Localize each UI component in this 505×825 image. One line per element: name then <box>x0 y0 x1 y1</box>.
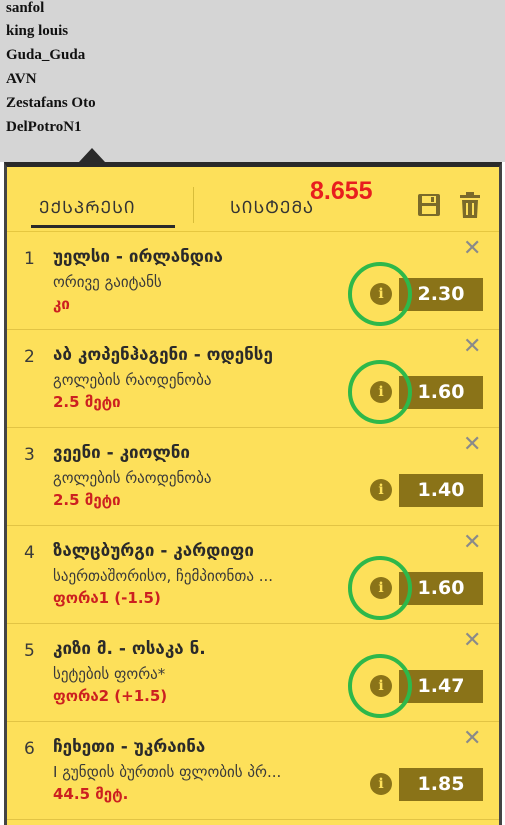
bet-match-title: ვეენი - კიოლნი <box>53 443 190 463</box>
odds-button[interactable]: 1.47 <box>399 670 483 703</box>
bet-match-title: ჩეხეთი - უკრაინა <box>53 737 206 757</box>
betslip-panel: ᲔᲥᲡᲞᲠᲔᲡᲘ ᲡᲘᲡᲢᲔᲛᲐ 8.655 1 უელსი - ირლანდია… <box>4 162 502 825</box>
bet-item: 5 კიზი მ. - ოსაკა ნ. სეტების ფორა* ფორა2 (+… <box>7 624 499 722</box>
bet-match-title: უელსი - ირლანდია <box>53 247 223 267</box>
bet-selection: 44.5 მეტ. <box>53 785 129 803</box>
tab-divider <box>193 187 194 223</box>
bet-selection: 2.5 მეტი <box>53 491 121 509</box>
odds-button[interactable]: 1.60 <box>399 572 483 605</box>
total-odds: 8.655 <box>310 177 373 205</box>
odds-button[interactable]: 1.85 <box>399 768 483 801</box>
close-icon[interactable]: ✕ <box>463 434 481 456</box>
bet-match-title: ზალცბურგი - კარდიფი <box>53 541 254 561</box>
close-icon[interactable]: ✕ <box>463 238 481 260</box>
username-list: sanfol king louis Guda_Guda AVN Zestafan… <box>0 0 505 162</box>
bet-number: 6 <box>24 739 35 759</box>
odds-button[interactable]: 1.60 <box>399 376 483 409</box>
info-icon[interactable]: i <box>370 479 392 501</box>
bet-number: 5 <box>24 641 35 661</box>
odds-button[interactable]: 1.40 <box>399 474 483 507</box>
odds-button[interactable]: 2.30 <box>399 278 483 311</box>
tab-system[interactable]: ᲡᲘᲡᲢᲔᲛᲐ <box>230 195 314 218</box>
bet-number: 3 <box>24 445 35 465</box>
bet-selection: ფორა2 (+1.5) <box>53 687 168 705</box>
bet-market: I გუნდის ბურთის ფლობის პრ... <box>53 763 282 781</box>
close-icon[interactable]: ✕ <box>463 336 481 358</box>
username: DelPotroN1 <box>6 119 82 135</box>
bet-number: 4 <box>24 543 35 563</box>
username: Zestafans Oto <box>6 95 96 111</box>
bet-item: 3 ვეენი - კიოლნი გოლების რაოდენობა 2.5 მეტი… <box>7 428 499 526</box>
bet-item: 6 ჩეხეთი - უკრაინა I გუნდის ბურთის ფლობის … <box>7 722 499 820</box>
bet-selection: 2.5 მეტი <box>53 393 121 411</box>
username: king louis <box>6 23 69 39</box>
trash-icon[interactable] <box>458 191 482 219</box>
username: sanfol <box>6 0 45 16</box>
bet-market: საერთაშორისო, ჩემპიონთა ... <box>53 567 274 585</box>
close-icon[interactable]: ✕ <box>463 532 481 554</box>
info-icon[interactable]: i <box>370 381 392 403</box>
tab-express[interactable]: ᲔᲥᲡᲞᲠᲔᲡᲘ <box>39 195 136 218</box>
panel-pointer <box>79 148 105 162</box>
bet-market: სეტების ფორა* <box>53 665 166 683</box>
bet-item: 4 ზალცბურგი - კარდიფი საერთაშორისო, ჩემპიო… <box>7 526 499 624</box>
active-tab-underline <box>31 225 175 228</box>
betslip-tabs: ᲔᲥᲡᲞᲠᲔᲡᲘ ᲡᲘᲡᲢᲔᲛᲐ 8.655 <box>7 167 499 232</box>
bet-item: 1 უელსი - ირლანდია ორივე გაიტანს კი ✕ i 2.30 <box>7 232 499 330</box>
bet-match-title: კიზი მ. - ოსაკა ნ. <box>53 639 206 659</box>
info-icon[interactable]: i <box>370 283 392 305</box>
bet-match-title: აბ კოპენჰაგენი - ოდენსე <box>53 345 273 365</box>
info-icon[interactable]: i <box>370 773 392 795</box>
bet-number: 1 <box>24 249 35 269</box>
close-icon[interactable]: ✕ <box>463 630 481 652</box>
username: Guda_Guda <box>6 47 86 63</box>
info-icon[interactable]: i <box>370 577 392 599</box>
bet-market: ორივე გაიტანს <box>53 273 162 291</box>
bet-selection: ფორა1 (-1.5) <box>53 589 161 607</box>
bet-number: 2 <box>24 347 35 367</box>
bet-market: გოლების რაოდენობა <box>53 371 212 389</box>
info-icon[interactable]: i <box>370 675 392 697</box>
bet-selection: კი <box>53 295 70 313</box>
save-icon[interactable] <box>417 191 441 219</box>
bet-item: 2 აბ კოპენჰაგენი - ოდენსე გოლების რაოდენობ… <box>7 330 499 428</box>
close-icon[interactable]: ✕ <box>463 728 481 750</box>
bet-market: გოლების რაოდენობა <box>53 469 212 487</box>
username: AVN <box>6 71 37 87</box>
